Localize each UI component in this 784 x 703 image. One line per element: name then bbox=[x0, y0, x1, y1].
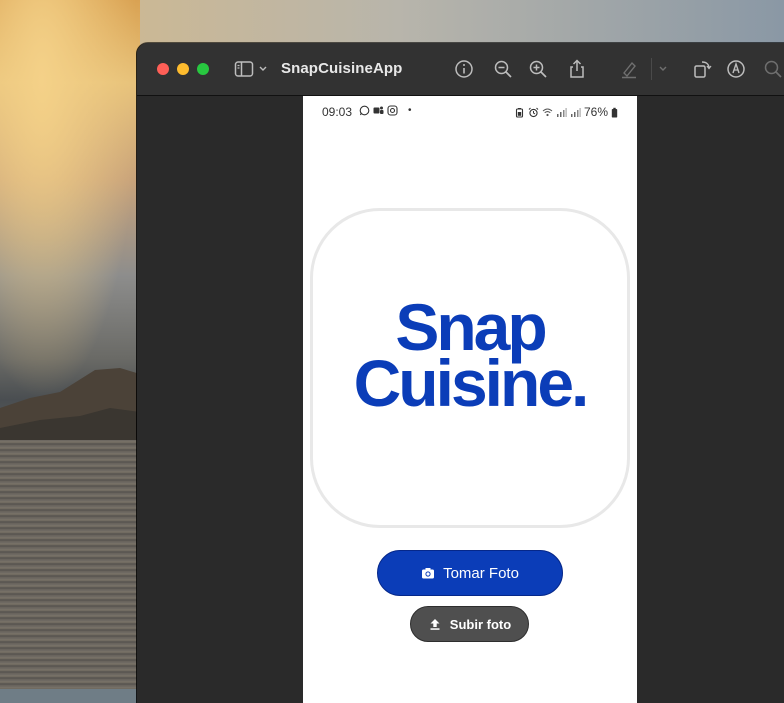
signal-icon bbox=[556, 107, 567, 118]
camera-icon bbox=[421, 566, 435, 580]
minimize-window-button[interactable] bbox=[177, 63, 189, 75]
toolbar-divider bbox=[651, 58, 652, 80]
highlight-icon[interactable] bbox=[619, 59, 639, 79]
phone-screenshot: 09:03 • 76% Snap Cuisine. Tomar Foto Sub… bbox=[303, 96, 637, 703]
info-icon[interactable] bbox=[454, 59, 474, 79]
take-photo-label: Tomar Foto bbox=[443, 564, 519, 582]
alarm-icon bbox=[528, 107, 539, 118]
wifi-icon bbox=[542, 107, 553, 118]
battery-saver-icon bbox=[514, 107, 525, 118]
upload-photo-label: Subir foto bbox=[449, 616, 512, 632]
window-title: SnapCuisineApp bbox=[281, 60, 403, 77]
signal-icon bbox=[570, 107, 581, 118]
instagram-icon bbox=[387, 105, 398, 116]
zoom-out-icon[interactable] bbox=[493, 59, 513, 79]
upload-icon bbox=[428, 617, 442, 631]
chevron-down-icon[interactable] bbox=[258, 63, 268, 75]
rotate-icon[interactable] bbox=[692, 59, 712, 79]
close-window-button[interactable] bbox=[157, 63, 169, 75]
wallpaper-sky-glow bbox=[0, 0, 140, 400]
status-dot: • bbox=[408, 105, 412, 116]
status-app-icons bbox=[359, 105, 398, 116]
status-bar: 09:03 • 76% bbox=[303, 96, 637, 126]
title-bar: SnapCuisineApp bbox=[137, 43, 784, 96]
logo-line-2: Cuisine. bbox=[353, 346, 590, 420]
battery-icon bbox=[611, 107, 618, 118]
take-photo-button[interactable]: Tomar Foto bbox=[377, 550, 563, 596]
status-time: 09:03 bbox=[322, 105, 353, 119]
wallpaper-sky bbox=[140, 0, 784, 45]
document-view: 09:03 • 76% Snap Cuisine. Tomar Foto Sub… bbox=[137, 96, 784, 703]
app-window: SnapCuisineApp 09:03 • 76% Snap Cuisine.… bbox=[137, 43, 784, 703]
battery-percent: 76% bbox=[583, 105, 608, 119]
wallpaper-mountain bbox=[0, 368, 140, 448]
app-logo: Snap Cuisine. bbox=[313, 294, 627, 420]
whatsapp-icon bbox=[359, 105, 370, 116]
markup-icon[interactable] bbox=[726, 59, 746, 79]
share-icon[interactable] bbox=[567, 59, 587, 79]
sidebar-icon[interactable] bbox=[234, 59, 254, 79]
status-right-icons: 76% bbox=[514, 105, 618, 119]
app-logo-card: Snap Cuisine. bbox=[310, 208, 630, 528]
maximize-window-button[interactable] bbox=[197, 63, 209, 75]
search-icon[interactable] bbox=[763, 59, 783, 79]
upload-photo-button[interactable]: Subir foto bbox=[410, 606, 529, 642]
zoom-in-icon[interactable] bbox=[528, 59, 548, 79]
wallpaper-sea bbox=[0, 440, 140, 689]
teams-icon bbox=[373, 105, 384, 116]
chevron-down-icon[interactable] bbox=[658, 63, 668, 75]
